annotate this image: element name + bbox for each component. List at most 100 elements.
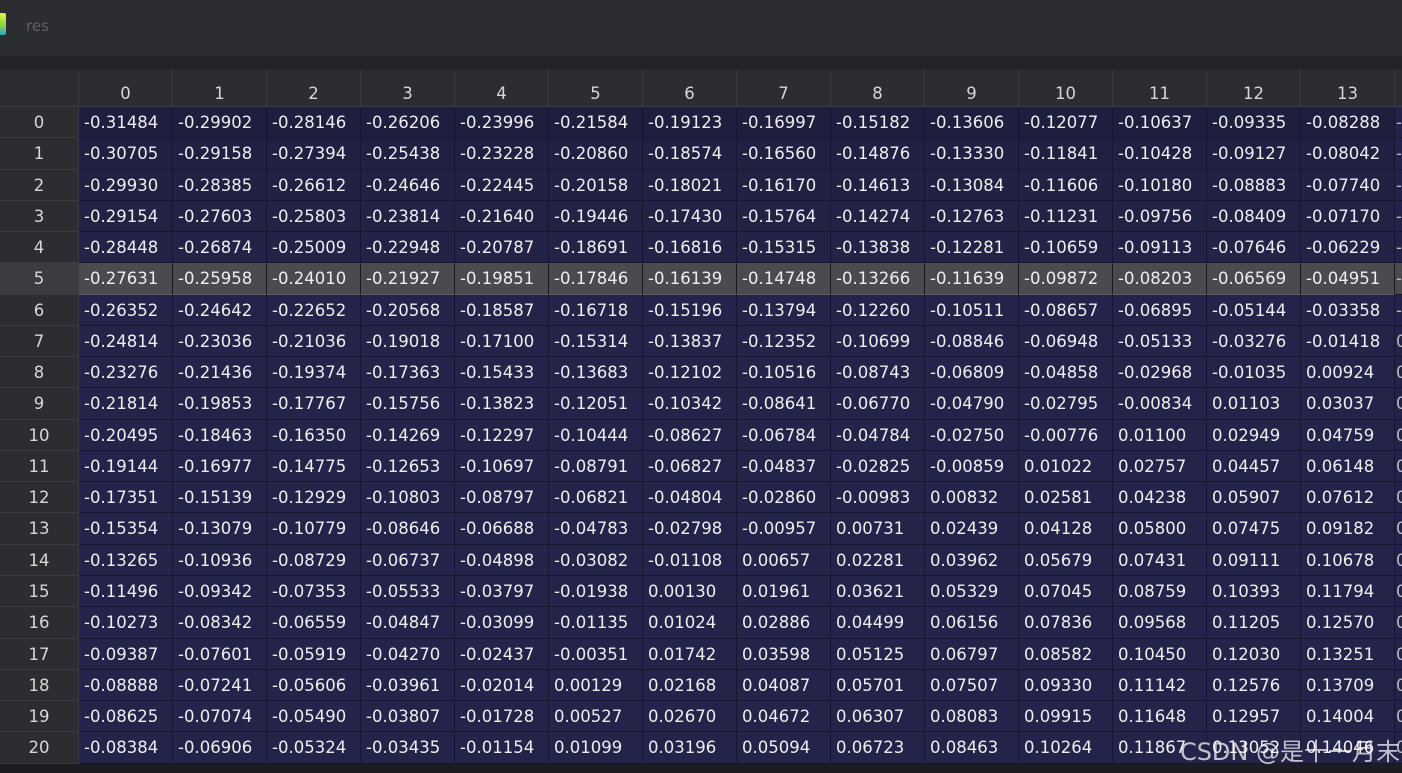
- table-cell-partial[interactable]: 0: [1395, 544, 1402, 576]
- table-cell[interactable]: -0.19123: [643, 107, 737, 139]
- table-cell[interactable]: -0.13683: [549, 357, 643, 389]
- table-cell[interactable]: -0.29154: [79, 200, 173, 233]
- table-cell[interactable]: 0.01742: [643, 638, 737, 670]
- table-cell[interactable]: -0.11841: [1019, 138, 1113, 170]
- table-cell[interactable]: -0.25438: [361, 138, 455, 170]
- table-cell[interactable]: -0.08384: [79, 732, 173, 764]
- table-cell[interactable]: 0.14046: [1301, 732, 1395, 764]
- table-cell[interactable]: -0.24010: [267, 263, 361, 295]
- table-cell[interactable]: -0.12281: [925, 232, 1019, 264]
- table-cell[interactable]: -0.28146: [267, 107, 361, 139]
- table-cell[interactable]: -0.16816: [643, 232, 737, 264]
- table-cell[interactable]: 0.12957: [1207, 701, 1301, 733]
- table-cell[interactable]: 0.12576: [1207, 669, 1301, 702]
- row-index[interactable]: 16: [0, 607, 79, 639]
- table-cell[interactable]: 0.06307: [831, 701, 925, 733]
- table-cell[interactable]: -0.27603: [173, 200, 267, 233]
- column-header[interactable]: 7: [737, 70, 831, 107]
- table-cell[interactable]: -0.09756: [1113, 200, 1207, 233]
- table-cell[interactable]: 0.02670: [643, 701, 737, 733]
- table-cell[interactable]: -0.26612: [267, 169, 361, 201]
- column-header[interactable]: 12: [1207, 70, 1301, 107]
- table-cell[interactable]: -0.17100: [455, 325, 549, 358]
- table-cell[interactable]: 0.10678: [1301, 544, 1395, 576]
- table-cell[interactable]: 0.00130: [643, 575, 737, 608]
- table-cell[interactable]: 0.03037: [1301, 388, 1395, 420]
- row-index[interactable]: 1: [0, 138, 79, 170]
- column-header[interactable]: 9: [925, 70, 1019, 107]
- table-cell[interactable]: -0.09342: [173, 575, 267, 608]
- table-cell[interactable]: -0.16139: [643, 263, 737, 295]
- table-cell[interactable]: -0.09127: [1207, 138, 1301, 170]
- table-cell[interactable]: -0.08791: [549, 450, 643, 483]
- table-cell[interactable]: -0.04847: [361, 607, 455, 639]
- table-cell[interactable]: -0.19851: [455, 263, 549, 295]
- table-cell[interactable]: 0.03598: [737, 638, 831, 670]
- table-cell[interactable]: -0.06895: [1113, 294, 1207, 326]
- column-header[interactable]: 5: [549, 70, 643, 107]
- table-cell[interactable]: 0.10264: [1019, 732, 1113, 764]
- table-cell[interactable]: -0.01135: [549, 607, 643, 639]
- table-cell[interactable]: -0.15314: [549, 325, 643, 358]
- table-cell[interactable]: 0.08463: [925, 732, 1019, 764]
- table-cell[interactable]: 0.04759: [1301, 419, 1395, 451]
- row-index[interactable]: 5: [0, 263, 79, 295]
- table-cell[interactable]: -0.10516: [737, 357, 831, 389]
- table-cell[interactable]: 0.02281: [831, 544, 925, 576]
- table-cell[interactable]: 0.02439: [925, 513, 1019, 545]
- table-cell[interactable]: -0.15139: [173, 482, 267, 514]
- table-cell[interactable]: -0.25009: [267, 232, 361, 264]
- table-cell[interactable]: -0.22445: [455, 169, 549, 201]
- table-cell[interactable]: 0.03621: [831, 575, 925, 608]
- table-cell[interactable]: -0.12260: [831, 294, 925, 326]
- table-cell[interactable]: -0.11606: [1019, 169, 1113, 201]
- table-cell[interactable]: -0.06784: [737, 419, 831, 451]
- table-cell[interactable]: -0.07646: [1207, 232, 1301, 264]
- table-cell[interactable]: 0.09111: [1207, 544, 1301, 576]
- table-cell[interactable]: 0.09182: [1301, 513, 1395, 545]
- table-cell[interactable]: -0.13330: [925, 138, 1019, 170]
- column-header[interactable]: 4: [455, 70, 549, 107]
- table-cell[interactable]: -0.06948: [1019, 325, 1113, 358]
- table-cell[interactable]: 0.06156: [925, 607, 1019, 639]
- table-cell[interactable]: -0.06688: [455, 513, 549, 545]
- table-cell[interactable]: -0.25803: [267, 200, 361, 233]
- table-cell-partial[interactable]: -: [1395, 263, 1402, 295]
- table-cell[interactable]: -0.06229: [1301, 232, 1395, 264]
- table-cell[interactable]: -0.06569: [1207, 263, 1301, 295]
- table-cell[interactable]: -0.13794: [737, 294, 831, 326]
- row-index[interactable]: 12: [0, 482, 79, 514]
- table-cell[interactable]: -0.22948: [361, 232, 455, 264]
- table-cell[interactable]: -0.05133: [1113, 325, 1207, 358]
- table-cell[interactable]: 0.11205: [1207, 607, 1301, 639]
- table-cell[interactable]: -0.18691: [549, 232, 643, 264]
- table-cell[interactable]: 0.08582: [1019, 638, 1113, 670]
- table-cell[interactable]: 0.02168: [643, 669, 737, 702]
- table-cell[interactable]: 0.03196: [643, 732, 737, 764]
- row-index[interactable]: 10: [0, 419, 79, 451]
- table-cell[interactable]: -0.08743: [831, 357, 925, 389]
- table-cell[interactable]: 0.01022: [1019, 450, 1113, 483]
- table-cell[interactable]: -0.02968: [1113, 357, 1207, 389]
- table-cell[interactable]: -0.28448: [79, 232, 173, 264]
- table-cell[interactable]: -0.13079: [173, 513, 267, 545]
- table-cell[interactable]: -0.22652: [267, 294, 361, 326]
- table-cell[interactable]: -0.20568: [361, 294, 455, 326]
- table-cell[interactable]: -0.15756: [361, 388, 455, 420]
- table-cell[interactable]: -0.08641: [737, 388, 831, 420]
- column-header[interactable]: 0: [79, 70, 173, 107]
- table-cell[interactable]: -0.11639: [925, 263, 1019, 295]
- table-cell-partial[interactable]: 0: [1395, 701, 1402, 733]
- table-cell[interactable]: -0.07241: [173, 669, 267, 702]
- table-cell[interactable]: -0.15354: [79, 513, 173, 545]
- table-cell[interactable]: 0.06723: [831, 732, 925, 764]
- table-cell[interactable]: 0.05125: [831, 638, 925, 670]
- table-cell[interactable]: -0.13606: [925, 107, 1019, 139]
- table-cell[interactable]: -0.15315: [737, 232, 831, 264]
- table-cell[interactable]: -0.02860: [737, 482, 831, 514]
- table-cell[interactable]: -0.09872: [1019, 263, 1113, 295]
- table-cell[interactable]: -0.08883: [1207, 169, 1301, 201]
- table-cell[interactable]: 0.01103: [1207, 388, 1301, 420]
- table-cell-partial[interactable]: 0: [1395, 607, 1402, 639]
- table-cell[interactable]: -0.04951: [1301, 263, 1395, 295]
